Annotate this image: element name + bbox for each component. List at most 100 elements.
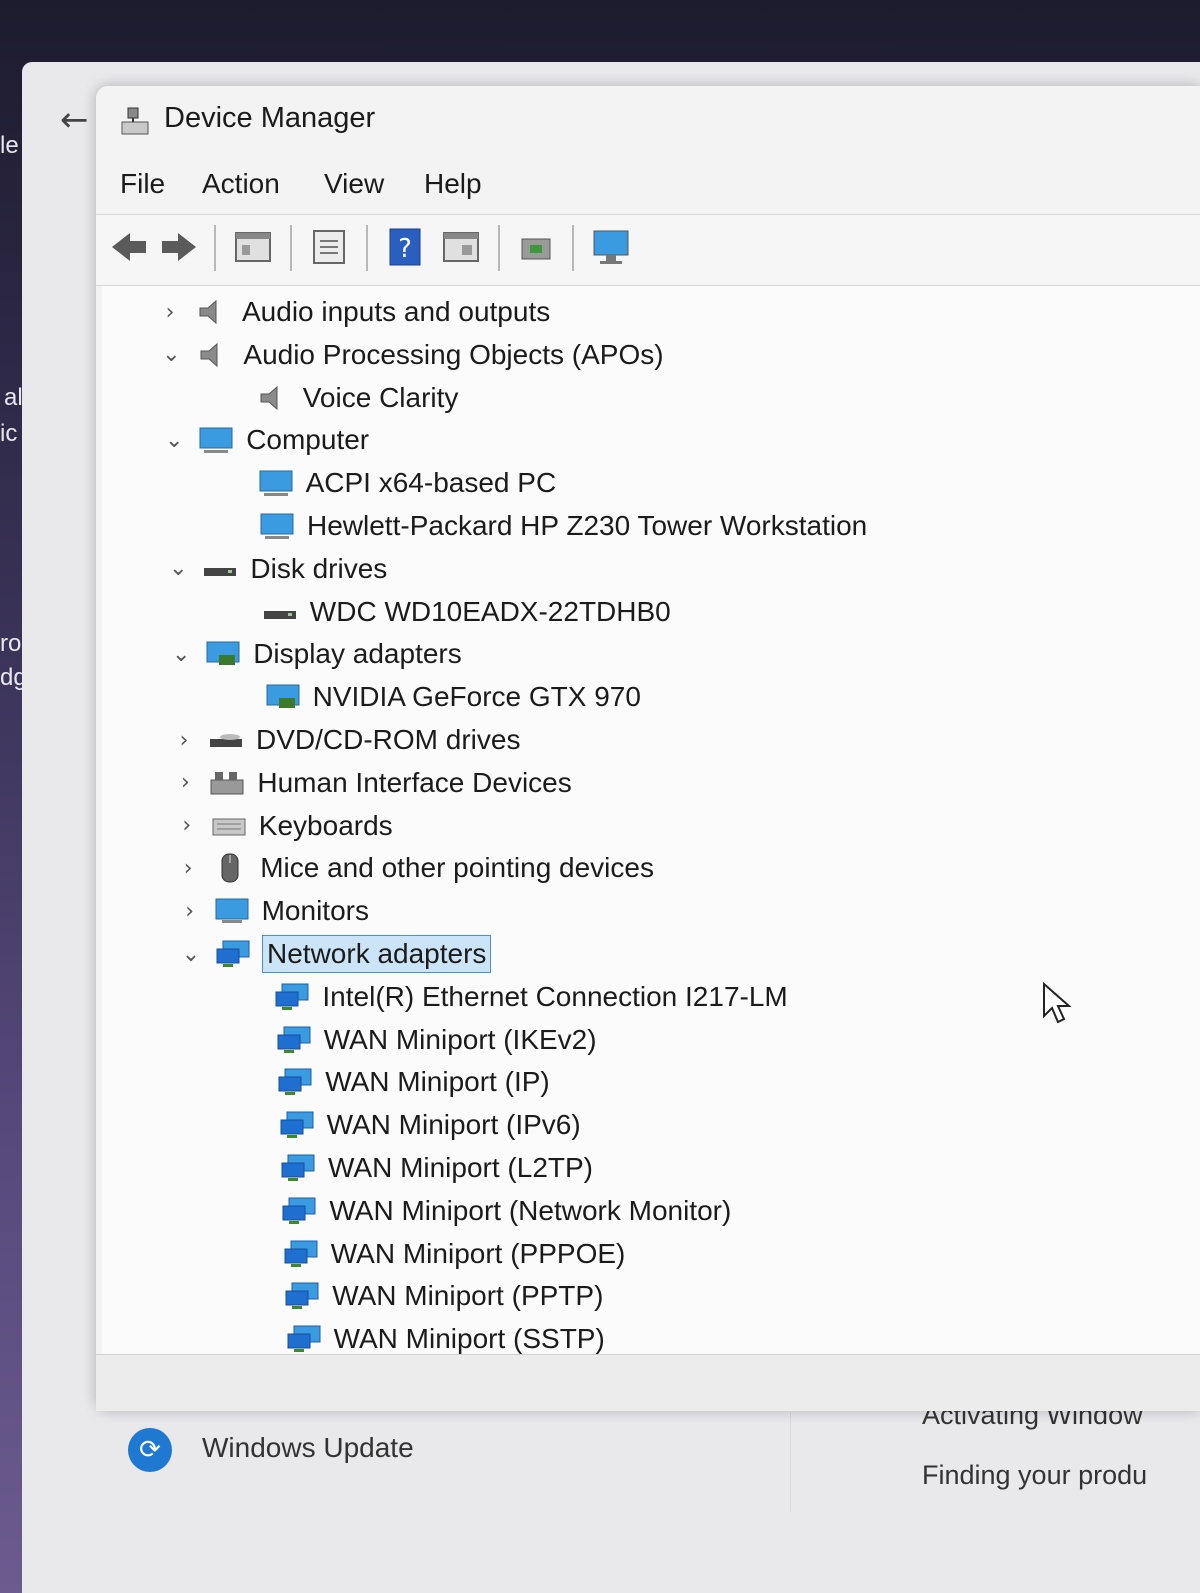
windows-update-link[interactable]: Windows Update xyxy=(202,1432,414,1464)
chevron-right-icon[interactable]: › xyxy=(173,770,197,795)
desktop-fragment: ic xyxy=(0,420,18,447)
device-manager-icon xyxy=(121,107,149,135)
view-icon[interactable] xyxy=(440,225,482,269)
tree-item-label: Disk drives xyxy=(250,552,388,584)
tree-item[interactable]: WAN Miniport (Network Monitor) xyxy=(281,1191,731,1231)
tree-item[interactable]: ⌄ Audio Processing Objects (APOs) xyxy=(159,335,663,375)
network-icon xyxy=(281,1196,317,1226)
tree-item[interactable]: WDC WD10EADX-22TDHB0 xyxy=(262,592,671,632)
display-adapter-icon xyxy=(265,682,301,712)
windows-update-icon: ⟳ xyxy=(128,1428,172,1472)
chevron-down-icon[interactable]: ⌄ xyxy=(169,642,193,667)
network-icon xyxy=(284,1281,320,1311)
network-icon xyxy=(274,982,310,1012)
network-icon xyxy=(283,1239,319,1269)
tree-item-label: DVD/CD-ROM drives xyxy=(256,724,521,755)
tree-item[interactable]: ⌄ Display adapters xyxy=(169,634,462,674)
tree-item[interactable]: Intel(R) Ethernet Connection I217-LM xyxy=(274,977,788,1017)
properties-pane-icon[interactable] xyxy=(232,225,274,269)
tree-item[interactable]: WAN Miniport (SSTP) xyxy=(286,1319,605,1354)
tree-item[interactable]: › Keyboards xyxy=(175,806,392,846)
chevron-right-icon[interactable]: › xyxy=(172,728,196,753)
tree-item[interactable]: WAN Miniport (IPv6) xyxy=(279,1105,581,1145)
tree-item[interactable]: › Mice and other pointing devices xyxy=(176,848,654,888)
computer-icon xyxy=(258,468,294,498)
tree-item-label: Audio inputs and outputs xyxy=(242,296,551,327)
display-adapter-icon xyxy=(205,639,241,669)
menu-help[interactable]: Help xyxy=(424,168,482,200)
network-icon xyxy=(280,1153,316,1183)
keyboard-icon xyxy=(211,811,247,841)
disk-icon xyxy=(262,597,298,627)
window-title: Device Manager xyxy=(164,102,376,134)
help-icon[interactable]: ? xyxy=(384,225,426,269)
tree-item[interactable]: › Human Interface Devices xyxy=(173,763,572,803)
tree-item-label: WAN Miniport (IPv6) xyxy=(326,1109,581,1141)
chevron-right-icon[interactable]: › xyxy=(176,856,200,881)
tree-item[interactable]: WAN Miniport (PPPOE) xyxy=(283,1234,625,1274)
tree-item[interactable]: NVIDIA GeForce GTX 970 xyxy=(265,677,641,717)
desktop-fragment: al xyxy=(4,384,23,411)
pane-divider xyxy=(790,1412,791,1512)
tree-item[interactable]: Hewlett-Packard HP Z230 Tower Workstatio… xyxy=(259,506,867,546)
mouse-icon xyxy=(212,853,248,883)
tree-item[interactable]: WAN Miniport (IKEv2) xyxy=(276,1020,597,1060)
tree-item-label: WDC WD10EADX-22TDHB0 xyxy=(309,595,671,627)
hid-icon xyxy=(209,768,245,798)
device-manager-window: Device Manager File Action View Help ? ›… xyxy=(96,86,1200,1411)
tree-item-label: Computer xyxy=(246,424,370,456)
tree-item-label: WAN Miniport (IKEv2) xyxy=(323,1023,597,1055)
tree-item[interactable]: › DVD/CD-ROM drives xyxy=(172,720,521,760)
tree-item-label: Display adapters xyxy=(253,638,462,670)
mouse-cursor-icon xyxy=(1043,982,1072,1024)
title-bar: Device Manager xyxy=(96,86,1200,156)
tree-item-label: Mice and other pointing devices xyxy=(260,852,654,884)
menu-bar: File Action View Help xyxy=(96,162,1200,208)
chevron-down-icon[interactable]: ⌄ xyxy=(179,942,203,967)
tree-item-label: WAN Miniport (SSTP) xyxy=(333,1323,605,1354)
disk-icon xyxy=(202,554,238,584)
tree-item[interactable]: ⌄ Disk drives xyxy=(166,549,387,589)
tree-item-label: WAN Miniport (L2TP) xyxy=(328,1152,594,1183)
computer-icon xyxy=(198,425,234,455)
monitor-icon[interactable] xyxy=(590,225,632,269)
chevron-right-icon[interactable]: › xyxy=(178,899,202,924)
tree-item-label: Monitors xyxy=(261,895,369,927)
computer-icon xyxy=(259,511,295,541)
tree-item[interactable]: ⌄ Network adapters xyxy=(179,934,492,974)
dvd-icon xyxy=(208,725,244,755)
back-icon[interactable] xyxy=(108,225,150,269)
forward-icon[interactable] xyxy=(158,225,200,269)
tree-item-label: Network adapters xyxy=(261,935,492,973)
tree-item[interactable]: ACPI x64-based PC xyxy=(258,463,557,503)
monitor-icon xyxy=(214,896,250,926)
menu-view[interactable]: View xyxy=(324,168,384,200)
tree-item[interactable]: ⌄ Computer xyxy=(162,420,369,460)
speaker-icon xyxy=(194,297,230,327)
chevron-right-icon[interactable]: › xyxy=(158,300,182,325)
chevron-down-icon[interactable]: ⌄ xyxy=(162,428,186,453)
svg-text:?: ? xyxy=(398,234,412,264)
chevron-down-icon[interactable]: ⌄ xyxy=(159,342,183,367)
tree-item[interactable]: Voice Clarity xyxy=(255,378,458,418)
toolbar-separator xyxy=(214,225,216,271)
network-icon xyxy=(215,939,251,969)
chevron-right-icon[interactable]: › xyxy=(175,813,199,838)
tree-item-label: NVIDIA GeForce GTX 970 xyxy=(312,681,641,713)
chevron-down-icon[interactable]: ⌄ xyxy=(166,556,190,581)
tree-item[interactable]: WAN Miniport (IP) xyxy=(277,1062,550,1102)
menu-action[interactable]: Action xyxy=(202,168,280,200)
properties-icon[interactable] xyxy=(308,225,350,269)
back-arrow-icon[interactable]: ← xyxy=(60,100,89,140)
tree-item-label: WAN Miniport (Network Monitor) xyxy=(329,1194,732,1226)
menu-file[interactable]: File xyxy=(120,168,165,200)
tree-item[interactable]: › Audio inputs and outputs xyxy=(158,292,551,332)
tree-item[interactable]: WAN Miniport (PPTP) xyxy=(284,1276,603,1316)
tree-item-label: ACPI x64-based PC xyxy=(305,467,557,499)
toolbar-separator xyxy=(498,225,500,271)
desktop-fragment: le xyxy=(0,132,19,159)
tree-item[interactable]: WAN Miniport (L2TP) xyxy=(280,1148,593,1188)
scan-hardware-icon[interactable] xyxy=(516,225,558,269)
tree-item[interactable]: › Monitors xyxy=(178,891,369,931)
device-tree[interactable]: › Audio inputs and outputs ⌄ Audio Processi… xyxy=(102,286,1200,1354)
